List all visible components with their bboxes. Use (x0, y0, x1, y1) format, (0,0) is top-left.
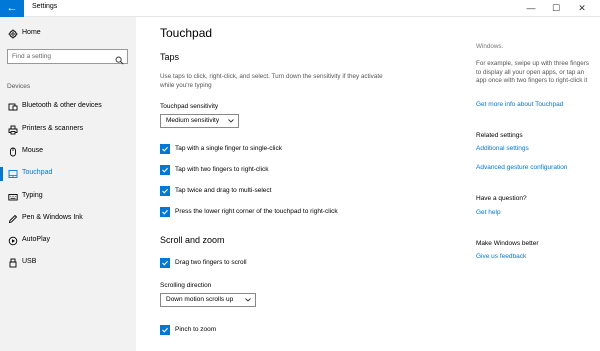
checkbox-checked[interactable] (160, 207, 170, 217)
tap-right-click-option[interactable]: Tap with two fingers to right-click (160, 164, 360, 176)
checkbox-label: Tap twice and drag to multi-select (175, 187, 272, 194)
sidebar: Home Devices Bluetooth & other devices P… (0, 17, 136, 351)
checkbox-checked[interactable] (160, 144, 170, 154)
sidebar-item-label: Printers & scanners (22, 125, 84, 132)
autoplay-icon (7, 235, 19, 247)
checkbox-checked[interactable] (160, 186, 170, 196)
printer-icon (7, 124, 19, 136)
tap-multi-select-option[interactable]: Tap twice and drag to multi-select (160, 185, 360, 197)
sidebar-item-label: AutoPlay (22, 236, 51, 243)
related-panel: Windows. For example, swipe up with thre… (476, 17, 596, 351)
title-bar: ← Settings — ☐ ✕ (0, 0, 600, 17)
sidebar-item-label: USB (22, 258, 37, 265)
gesture-example-text: For example, swipe up with three fingers… (476, 60, 590, 85)
sidebar-item-label: Pen & Windows Ink (22, 214, 83, 221)
sidebar-item-pen[interactable]: Pen & Windows Ink (0, 209, 136, 229)
chevron-down-icon (227, 115, 235, 127)
get-help-link[interactable]: Get help (476, 209, 501, 216)
main-content: Touchpad Taps Use taps to click, right-c… (136, 17, 466, 351)
sidebar-item-label: Typing (22, 192, 43, 199)
sidebar-item-printers[interactable]: Printers & scanners (0, 120, 136, 140)
sidebar-item-label: Mouse (22, 147, 44, 154)
chevron-down-icon (244, 294, 252, 306)
scroll-zoom-heading: Scroll and zoom (160, 235, 225, 245)
sidebar-item-label: Touchpad (22, 169, 53, 176)
maximize-button[interactable]: ☐ (545, 0, 567, 17)
checkbox-label: Drag two fingers to scroll (175, 259, 247, 266)
pinch-zoom-option[interactable]: Pinch to zoom (160, 324, 360, 336)
related-settings-heading: Related settings (476, 132, 523, 139)
sidebar-item-mouse[interactable]: Mouse (0, 142, 136, 162)
taps-heading: Taps (160, 52, 180, 62)
sensitivity-dropdown[interactable]: Medium sensitivity (160, 114, 239, 128)
tap-single-click-option[interactable]: Tap with a single finger to single-click (160, 143, 360, 155)
touchpad-icon (7, 168, 19, 180)
sidebar-item-home[interactable]: Home (0, 24, 136, 44)
gear-icon (7, 28, 19, 40)
section-label-devices: Devices (7, 83, 31, 90)
sidebar-item-touchpad[interactable]: Touchpad (0, 164, 136, 184)
checkbox-checked[interactable] (160, 165, 170, 175)
checkbox-checked[interactable] (160, 325, 170, 335)
checkbox-label: Press the lower right corner of the touc… (175, 208, 338, 215)
page-title: Touchpad (160, 26, 213, 40)
window-title: Settings (32, 3, 58, 10)
sensitivity-value: Medium sensitivity (166, 117, 220, 124)
more-info-link[interactable]: Get more info about Touchpad (476, 101, 563, 108)
scrolling-direction-label: Scrolling direction (160, 282, 212, 289)
search-input[interactable] (8, 50, 113, 63)
usb-icon (7, 257, 19, 269)
minimize-button[interactable]: — (520, 0, 542, 17)
bluetooth-icon (7, 101, 19, 113)
checkbox-label: Tap with a single finger to single-click (175, 145, 282, 152)
sidebar-item-autoplay[interactable]: AutoPlay (0, 231, 136, 251)
drag-scroll-option[interactable]: Drag two fingers to scroll (160, 257, 360, 269)
scrolling-direction-dropdown[interactable]: Down motion scrolls up (160, 293, 256, 307)
checkbox-label: Pinch to zoom (175, 326, 217, 333)
make-windows-better-heading: Make Windows better (476, 240, 539, 247)
sidebar-item-usb[interactable]: USB (0, 253, 136, 273)
pen-icon (7, 213, 19, 225)
additional-settings-link[interactable]: Additional settings (476, 145, 529, 152)
sidebar-item-label: Bluetooth & other devices (22, 102, 102, 109)
have-question-heading: Have a question? (476, 195, 527, 202)
search-icon[interactable] (115, 52, 124, 65)
search-box[interactable] (7, 49, 128, 65)
scrolling-direction-value: Down motion scrolls up (166, 296, 234, 303)
give-feedback-link[interactable]: Give us feedback (476, 253, 526, 260)
back-button[interactable]: ← (0, 0, 24, 17)
advanced-gesture-link[interactable]: Advanced gesture configuration (476, 164, 567, 171)
sensitivity-label: Touchpad sensitivity (160, 103, 219, 110)
close-button[interactable]: ✕ (571, 0, 593, 17)
sidebar-item-typing[interactable]: Typing (0, 187, 136, 207)
mouse-icon (7, 146, 19, 158)
checkbox-label: Tap with two fingers to right-click (175, 166, 269, 173)
lower-right-corner-option[interactable]: Press the lower right corner of the touc… (160, 206, 390, 218)
sidebar-item-bluetooth[interactable]: Bluetooth & other devices (0, 97, 136, 117)
keyboard-icon (7, 191, 19, 203)
checkbox-checked[interactable] (160, 258, 170, 268)
taps-description: Use taps to click, right-click, and sele… (160, 73, 383, 89)
windows-label: Windows. (476, 43, 504, 50)
sidebar-item-label: Home (22, 29, 41, 36)
